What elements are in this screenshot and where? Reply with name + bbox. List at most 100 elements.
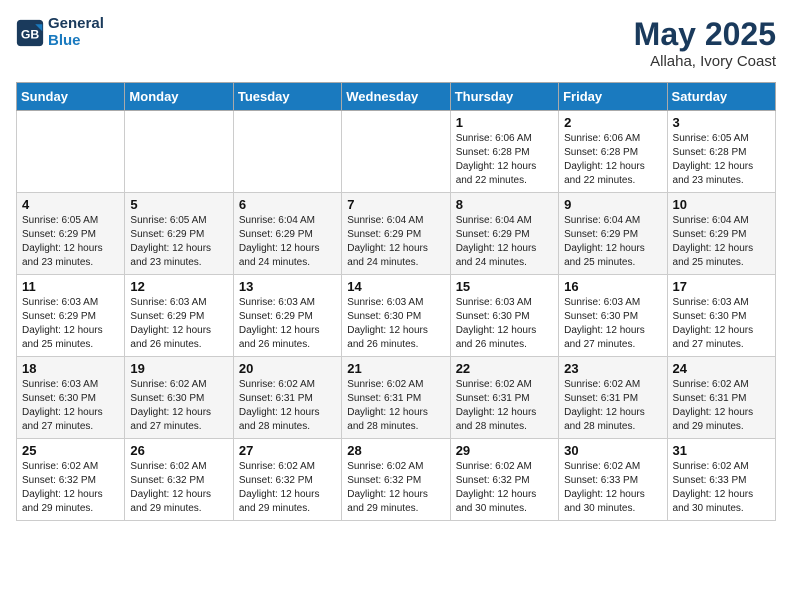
calendar-cell: 3 Sunrise: 6:05 AMSunset: 6:28 PMDaylight… xyxy=(667,111,775,193)
day-number: 27 xyxy=(239,443,336,458)
calendar-week-row-4: 18Sunrise: 6:03 AMSunset: 6:30 PMDayligh… xyxy=(17,357,776,439)
calendar-cell: 5 Sunrise: 6:05 AMSunset: 6:29 PMDaylight… xyxy=(125,193,233,275)
calendar-cell: 29 Sunrise: 6:02 AMSunset: 6:32 PMDayligh… xyxy=(450,439,558,521)
day-number: 11 xyxy=(22,279,119,294)
day-info: Sunrise: 6:02 AMSunset: 6:32 PMDaylight:… xyxy=(239,460,336,516)
day-number: 10 xyxy=(673,197,770,212)
calendar-cell: 15 Sunrise: 6:03 AMSunset: 6:30 PMDayligh… xyxy=(450,275,558,357)
svg-text:GB: GB xyxy=(21,27,40,41)
day-info: Sunrise: 6:02 AMSunset: 6:33 PMDaylight:… xyxy=(564,460,661,516)
day-info: Sunrise: 6:03 AMSunset: 6:30 PMDaylight:… xyxy=(673,296,770,352)
weekday-header-wednesday: Wednesday xyxy=(342,83,450,111)
weekday-header-monday: Monday xyxy=(125,83,233,111)
day-info: Sunrise: 6:06 AMSunset: 6:28 PMDaylight:… xyxy=(456,132,553,188)
calendar-cell xyxy=(342,111,450,193)
calendar-week-row-3: 11 Sunrise: 6:03 AMSunset: 6:29 PMDayligh… xyxy=(17,275,776,357)
calendar-cell xyxy=(125,111,233,193)
day-number: 7 xyxy=(347,197,444,212)
day-number: 28 xyxy=(347,443,444,458)
calendar-cell: 21 Sunrise: 6:02 AMSunset: 6:31 PMDayligh… xyxy=(342,357,450,439)
day-info: Sunrise: 6:05 AMSunset: 6:29 PMDaylight:… xyxy=(130,214,227,270)
day-info: Sunrise: 6:02 AMSunset: 6:30 PMDaylight:… xyxy=(130,378,227,434)
calendar-cell: 22Sunrise: 6:02 AMSunset: 6:31 PMDayligh… xyxy=(450,357,558,439)
weekday-header-friday: Friday xyxy=(559,83,667,111)
day-info: Sunrise: 6:04 AMSunset: 6:29 PMDaylight:… xyxy=(673,214,770,270)
day-info: Sunrise: 6:03 AMSunset: 6:30 PMDaylight:… xyxy=(347,296,444,352)
day-number: 12 xyxy=(130,279,227,294)
day-info: Sunrise: 6:02 AMSunset: 6:32 PMDaylight:… xyxy=(456,460,553,516)
weekday-header-thursday: Thursday xyxy=(450,83,558,111)
day-number: 23 xyxy=(564,361,661,376)
day-info: Sunrise: 6:06 AMSunset: 6:28 PMDaylight:… xyxy=(564,132,661,188)
calendar-cell: 25 Sunrise: 6:02 AMSunset: 6:32 PMDayligh… xyxy=(17,439,125,521)
day-info: Sunrise: 6:03 AMSunset: 6:30 PMDaylight:… xyxy=(456,296,553,352)
calendar-week-row-2: 4 Sunrise: 6:05 AMSunset: 6:29 PMDaylight… xyxy=(17,193,776,275)
day-info: Sunrise: 6:02 AMSunset: 6:31 PMDaylight:… xyxy=(564,378,661,434)
day-number: 26 xyxy=(130,443,227,458)
day-info: Sunrise: 6:03 AMSunset: 6:29 PMDaylight:… xyxy=(22,296,119,352)
day-number: 9 xyxy=(564,197,661,212)
logo: GB General Blue xyxy=(16,16,104,49)
calendar-week-row-1: 1 Sunrise: 6:06 AMSunset: 6:28 PMDaylight… xyxy=(17,111,776,193)
day-info: Sunrise: 6:04 AMSunset: 6:29 PMDaylight:… xyxy=(347,214,444,270)
day-number: 4 xyxy=(22,197,119,212)
calendar-cell: 6 Sunrise: 6:04 AMSunset: 6:29 PMDaylight… xyxy=(233,193,341,275)
day-number: 20 xyxy=(239,361,336,376)
day-info: Sunrise: 6:04 AMSunset: 6:29 PMDaylight:… xyxy=(239,214,336,270)
calendar-cell: 30 Sunrise: 6:02 AMSunset: 6:33 PMDayligh… xyxy=(559,439,667,521)
day-info: Sunrise: 6:04 AMSunset: 6:29 PMDaylight:… xyxy=(456,214,553,270)
day-number: 24 xyxy=(673,361,770,376)
day-info: Sunrise: 6:05 AMSunset: 6:29 PMDaylight:… xyxy=(22,214,119,270)
weekday-header-sunday: Sunday xyxy=(17,83,125,111)
day-number: 15 xyxy=(456,279,553,294)
calendar-cell: 11 Sunrise: 6:03 AMSunset: 6:29 PMDayligh… xyxy=(17,275,125,357)
day-number: 25 xyxy=(22,443,119,458)
calendar-cell: 26 Sunrise: 6:02 AMSunset: 6:32 PMDayligh… xyxy=(125,439,233,521)
day-info: Sunrise: 6:02 AMSunset: 6:31 PMDaylight:… xyxy=(347,378,444,434)
weekday-header-row: SundayMondayTuesdayWednesdayThursdayFrid… xyxy=(17,83,776,111)
calendar-cell: 17 Sunrise: 6:03 AMSunset: 6:30 PMDayligh… xyxy=(667,275,775,357)
calendar-cell xyxy=(233,111,341,193)
calendar-cell: 28Sunrise: 6:02 AMSunset: 6:32 PMDayligh… xyxy=(342,439,450,521)
day-number: 3 xyxy=(673,115,770,130)
day-info: Sunrise: 6:02 AMSunset: 6:31 PMDaylight:… xyxy=(456,378,553,434)
day-number: 1 xyxy=(456,115,553,130)
calendar-cell: 13Sunrise: 6:03 AMSunset: 6:29 PMDayligh… xyxy=(233,275,341,357)
day-number: 17 xyxy=(673,279,770,294)
day-info: Sunrise: 6:02 AMSunset: 6:31 PMDaylight:… xyxy=(239,378,336,434)
day-info: Sunrise: 6:02 AMSunset: 6:31 PMDaylight:… xyxy=(673,378,770,434)
weekday-header-saturday: Saturday xyxy=(667,83,775,111)
day-number: 13 xyxy=(239,279,336,294)
calendar-cell: 8Sunrise: 6:04 AMSunset: 6:29 PMDaylight… xyxy=(450,193,558,275)
calendar-cell: 18Sunrise: 6:03 AMSunset: 6:30 PMDayligh… xyxy=(17,357,125,439)
day-number: 19 xyxy=(130,361,227,376)
calendar-cell: 20 Sunrise: 6:02 AMSunset: 6:31 PMDayligh… xyxy=(233,357,341,439)
day-number: 30 xyxy=(564,443,661,458)
calendar-cell: 23 Sunrise: 6:02 AMSunset: 6:31 PMDayligh… xyxy=(559,357,667,439)
day-number: 5 xyxy=(130,197,227,212)
day-info: Sunrise: 6:03 AMSunset: 6:29 PMDaylight:… xyxy=(130,296,227,352)
calendar-cell: 2 Sunrise: 6:06 AMSunset: 6:28 PMDaylight… xyxy=(559,111,667,193)
calendar-cell: 1 Sunrise: 6:06 AMSunset: 6:28 PMDaylight… xyxy=(450,111,558,193)
day-info: Sunrise: 6:02 AMSunset: 6:33 PMDaylight:… xyxy=(673,460,770,516)
calendar-cell: 19 Sunrise: 6:02 AMSunset: 6:30 PMDayligh… xyxy=(125,357,233,439)
day-number: 2 xyxy=(564,115,661,130)
title-area: May 2025 Allaha, Ivory Coast xyxy=(634,16,776,70)
calendar-cell: 27 Sunrise: 6:02 AMSunset: 6:32 PMDayligh… xyxy=(233,439,341,521)
calendar-cell: 31 Sunrise: 6:02 AMSunset: 6:33 PMDayligh… xyxy=(667,439,775,521)
month-year-title: May 2025 xyxy=(634,16,776,53)
calendar-cell: 10 Sunrise: 6:04 AMSunset: 6:29 PMDayligh… xyxy=(667,193,775,275)
day-info: Sunrise: 6:02 AMSunset: 6:32 PMDaylight:… xyxy=(130,460,227,516)
day-number: 6 xyxy=(239,197,336,212)
day-number: 31 xyxy=(673,443,770,458)
day-number: 21 xyxy=(347,361,444,376)
page-header: GB General Blue May 2025 Allaha, Ivory C… xyxy=(16,16,776,70)
calendar-cell: 12 Sunrise: 6:03 AMSunset: 6:29 PMDayligh… xyxy=(125,275,233,357)
day-info: Sunrise: 6:05 AMSunset: 6:28 PMDaylight:… xyxy=(673,132,770,188)
day-number: 29 xyxy=(456,443,553,458)
day-info: Sunrise: 6:03 AMSunset: 6:30 PMDaylight:… xyxy=(564,296,661,352)
day-info: Sunrise: 6:04 AMSunset: 6:29 PMDaylight:… xyxy=(564,214,661,270)
day-info: Sunrise: 6:02 AMSunset: 6:32 PMDaylight:… xyxy=(22,460,119,516)
day-number: 16 xyxy=(564,279,661,294)
calendar-cell: 14Sunrise: 6:03 AMSunset: 6:30 PMDayligh… xyxy=(342,275,450,357)
